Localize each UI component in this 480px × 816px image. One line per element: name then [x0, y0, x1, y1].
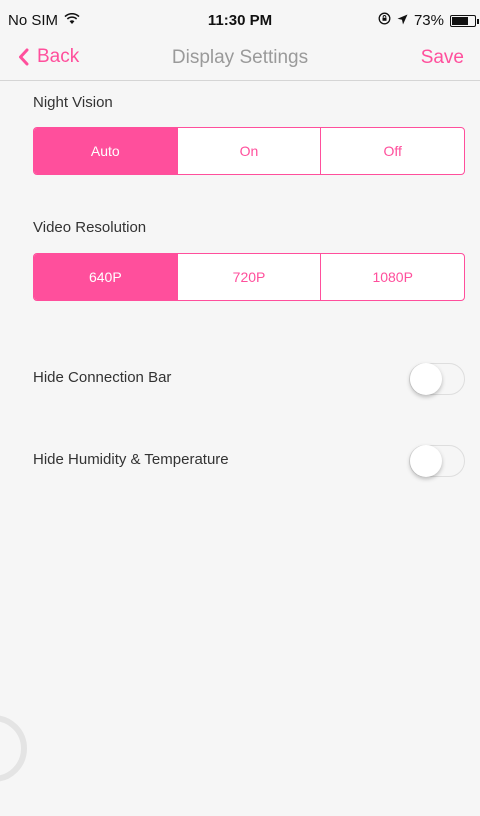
battery-percent: 73%	[413, 12, 444, 29]
status-right: 73%	[378, 12, 479, 29]
hide-connection-bar-toggle[interactable]	[409, 363, 465, 395]
night-vision-label: Night Vision	[33, 94, 113, 111]
hide-humidity-temperature-toggle[interactable]	[409, 445, 465, 477]
hide-connection-bar-row: Hide Connection Bar	[33, 359, 465, 399]
battery-icon	[450, 14, 479, 27]
display-settings-screen: No SIM 11:30 PM 73% Back Display Setting…	[0, 0, 480, 816]
nav-bar: Back Display Settings Save	[0, 40, 480, 81]
toggle-knob	[410, 445, 442, 477]
page-title: Display Settings	[171, 47, 309, 68]
video-resolution-segmented-control: 640P 720P 1080P	[33, 253, 465, 301]
video-resolution-option-640p[interactable]: 640P	[34, 254, 177, 300]
night-vision-option-auto[interactable]: Auto	[34, 128, 177, 174]
video-resolution-option-720p[interactable]: 720P	[176, 254, 321, 300]
night-vision-option-on[interactable]: On	[176, 128, 321, 174]
toggle-knob	[410, 363, 442, 395]
decorative-arc	[0, 715, 27, 782]
hide-humidity-temperature-label: Hide Humidity & Temperature	[33, 451, 229, 468]
hide-connection-bar-label: Hide Connection Bar	[33, 369, 172, 386]
night-vision-option-off[interactable]: Off	[320, 128, 464, 174]
location-arrow-icon	[397, 12, 408, 29]
video-resolution-option-1080p[interactable]: 1080P	[320, 254, 464, 300]
battery-fill	[452, 16, 468, 25]
night-vision-segmented-control: Auto On Off	[33, 127, 465, 175]
save-button[interactable]: Save	[421, 47, 464, 69]
status-bar: No SIM 11:30 PM 73%	[0, 0, 480, 40]
video-resolution-label: Video Resolution	[33, 219, 147, 236]
lock-rotation-icon	[378, 12, 391, 29]
battery-tip	[477, 18, 479, 24]
hide-humidity-temperature-row: Hide Humidity & Temperature	[33, 441, 465, 481]
